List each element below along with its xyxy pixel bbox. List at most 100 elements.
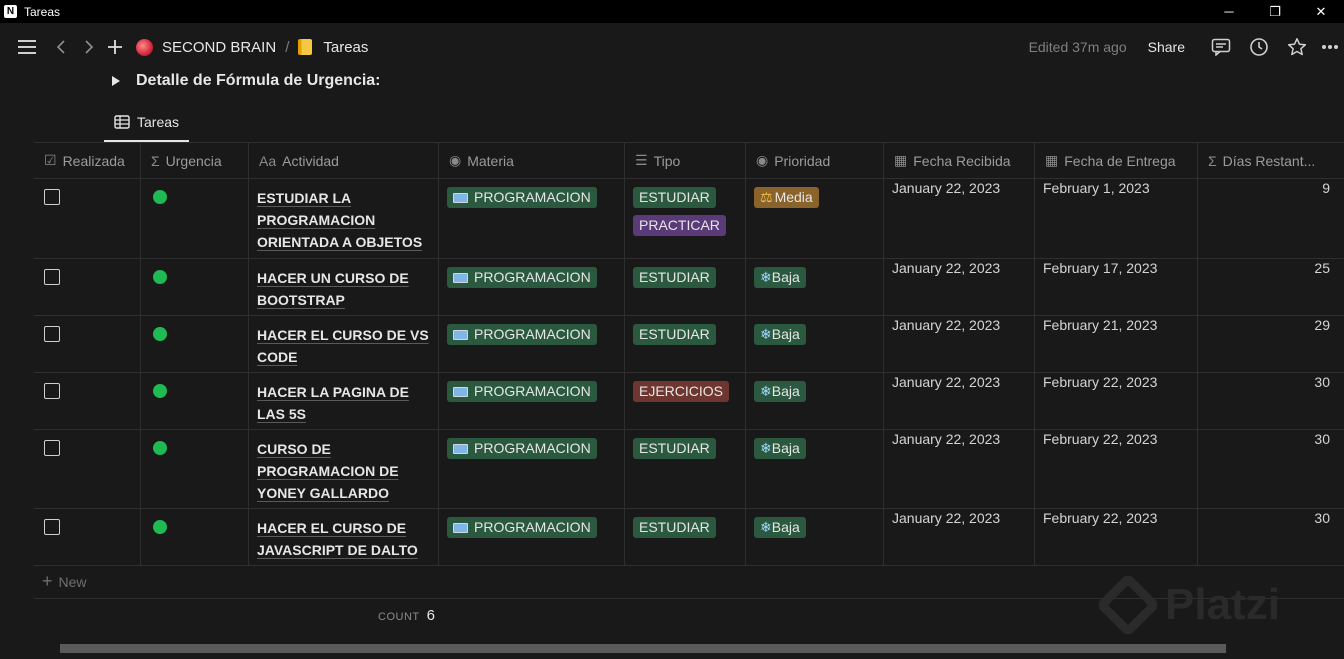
column-header-actividad[interactable]: Aa Actividad <box>249 143 439 178</box>
select-property-icon: ◉ <box>756 152 769 168</box>
prioridad-cell[interactable]: ❄Baja <box>746 373 884 429</box>
fecha-recibida-cell[interactable]: January 22, 2023 <box>884 316 1035 372</box>
tipo-cell[interactable]: ESTUDIAR <box>625 430 746 508</box>
tipo-cell[interactable]: ESTUDIAR <box>625 509 746 565</box>
prioridad-cell[interactable]: ❄Baja <box>746 316 884 372</box>
fecha-recibida-cell[interactable]: January 22, 2023 <box>884 179 1035 258</box>
more-options-icon[interactable] <box>1316 44 1344 50</box>
actividad-cell[interactable]: HACER EL CURSO DE JAVASCRIPT DE DALTO <box>249 509 439 565</box>
minimize-button[interactable]: ─ <box>1206 0 1252 23</box>
materia-cell[interactable]: PROGRAMACION <box>439 259 625 315</box>
actividad-cell[interactable]: HACER EL CURSO DE VS CODE <box>249 316 439 372</box>
column-label: Prioridad <box>774 152 831 169</box>
done-checkbox[interactable] <box>44 326 60 342</box>
fecha-recibida-cell[interactable]: January 22, 2023 <box>884 430 1035 508</box>
materia-cell[interactable]: PROGRAMACION <box>439 373 625 429</box>
column-label: Tipo <box>653 152 681 169</box>
breadcrumb-workspace[interactable]: SECOND BRAIN <box>162 39 276 56</box>
column-header-materia[interactable]: ◉ Materia <box>439 143 625 178</box>
watermark-text: Platzi <box>1165 580 1280 629</box>
materia-cell[interactable]: PROGRAMACION <box>439 509 625 565</box>
urgencia-cell <box>141 316 249 372</box>
tipo-cell[interactable]: ESTUDIAR <box>625 259 746 315</box>
toggle-triangle-icon[interactable] <box>112 76 120 86</box>
materia-tag-label: PROGRAMACION <box>474 326 591 342</box>
realizada-cell <box>34 373 141 429</box>
column-header-urgencia[interactable]: Σ Urgencia <box>141 143 249 178</box>
activity-title[interactable]: HACER UN CURSO DE BOOTSTRAP <box>257 267 430 311</box>
close-button[interactable]: ✕ <box>1298 0 1344 23</box>
table-row[interactable]: HACER EL CURSO DE VS CODE PROGRAMACION E… <box>34 316 1344 373</box>
tab-tareas-view[interactable]: Tareas <box>104 104 190 142</box>
activity-title[interactable]: CURSO DE PROGRAMACION DE YONEY GALLARDO <box>257 438 430 504</box>
tipo-cell[interactable]: EJERCICIOS <box>625 373 746 429</box>
column-header-fecha-recibida[interactable]: ▦ Fecha Recibida <box>884 143 1035 178</box>
platzi-logo-icon <box>1095 572 1161 638</box>
back-arrow-icon[interactable] <box>50 39 72 55</box>
forward-arrow-icon[interactable] <box>78 39 100 55</box>
activity-title[interactable]: ESTUDIAR LA PROGRAMACION ORIENTADA A OBJ… <box>257 187 430 253</box>
fecha-recibida-cell[interactable]: January 22, 2023 <box>884 509 1035 565</box>
favorite-star-icon[interactable] <box>1278 37 1316 57</box>
prioridad-cell[interactable]: ❄Baja <box>746 430 884 508</box>
table-row[interactable]: HACER UN CURSO DE BOOTSTRAP PROGRAMACION… <box>34 259 1344 316</box>
horizontal-scrollbar[interactable] <box>60 644 1226 653</box>
urgency-formula-toggle[interactable]: Detalle de Fórmula de Urgencia: <box>112 72 381 90</box>
tipo-cell[interactable]: ESTUDIAR PRACTICAR <box>625 179 746 258</box>
prioridad-cell[interactable]: ❄Baja <box>746 259 884 315</box>
view-tab-label: Tareas <box>137 114 180 130</box>
prioridad-tag: ⚖ Media <box>754 187 819 208</box>
column-header-fecha-entrega[interactable]: ▦ Fecha de Entrega <box>1035 143 1198 178</box>
fecha-recibida-cell[interactable]: January 22, 2023 <box>884 373 1035 429</box>
breadcrumb-separator: / <box>285 38 290 56</box>
done-checkbox[interactable] <box>44 383 60 399</box>
prioridad-cell[interactable]: ⚖ Media <box>746 179 884 258</box>
count-summary[interactable]: COUNT 6 <box>378 607 435 624</box>
breadcrumb-page[interactable]: Tareas <box>323 39 368 56</box>
dias-restantes-cell: 25 <box>1314 260 1330 276</box>
materia-cell[interactable]: PROGRAMACION <box>439 179 625 258</box>
activity-title[interactable]: HACER EL CURSO DE VS CODE <box>257 324 430 368</box>
new-page-plus-icon[interactable] <box>104 39 126 55</box>
activity-title[interactable]: HACER LA PAGINA DE LAS 5S <box>257 381 430 425</box>
tasks-table: ☑ Realizada Σ Urgencia Aa Actividad ◉ Materi… <box>34 142 1344 566</box>
actividad-cell[interactable]: ESTUDIAR LA PROGRAMACION ORIENTADA A OBJ… <box>249 179 439 258</box>
fecha-entrega-cell[interactable]: February 22, 2023 <box>1035 373 1198 429</box>
materia-cell[interactable]: PROGRAMACION <box>439 316 625 372</box>
fecha-entrega-cell[interactable]: February 17, 2023 <box>1035 259 1198 315</box>
column-header-prioridad[interactable]: ◉ Prioridad <box>746 143 884 178</box>
table-row[interactable]: ESTUDIAR LA PROGRAMACION ORIENTADA A OBJ… <box>34 179 1344 259</box>
actividad-cell[interactable]: CURSO DE PROGRAMACION DE YONEY GALLARDO <box>249 430 439 508</box>
table-row[interactable]: CURSO DE PROGRAMACION DE YONEY GALLARDO … <box>34 430 1344 509</box>
comments-icon[interactable] <box>1202 38 1240 56</box>
prioridad-label: Baja <box>771 383 800 399</box>
share-button[interactable]: Share <box>1148 39 1185 55</box>
materia-cell[interactable]: PROGRAMACION <box>439 430 625 508</box>
maximize-button[interactable]: ❐ <box>1252 0 1298 23</box>
actividad-cell[interactable]: HACER LA PAGINA DE LAS 5S <box>249 373 439 429</box>
done-checkbox[interactable] <box>44 519 60 535</box>
fecha-entrega-cell[interactable]: February 22, 2023 <box>1035 509 1198 565</box>
prioridad-cell[interactable]: ❄Baja <box>746 509 884 565</box>
table-row[interactable]: HACER LA PAGINA DE LAS 5S PROGRAMACION E… <box>34 373 1344 430</box>
fecha-recibida-cell[interactable]: January 22, 2023 <box>884 259 1035 315</box>
done-checkbox[interactable] <box>44 189 60 205</box>
table-row[interactable]: HACER EL CURSO DE JAVASCRIPT DE DALTO PR… <box>34 509 1344 566</box>
tipo-cell[interactable]: ESTUDIAR <box>625 316 746 372</box>
fecha-entrega-cell[interactable]: February 1, 2023 <box>1035 179 1198 258</box>
fecha-entrega-cell[interactable]: February 22, 2023 <box>1035 430 1198 508</box>
realizada-cell <box>34 316 141 372</box>
tipo-tag: PRACTICAR <box>633 215 726 236</box>
snowflake-emoji-icon: ❄ <box>760 440 772 456</box>
done-checkbox[interactable] <box>44 269 60 285</box>
column-header-dias-restantes[interactable]: Σ Días Restant... <box>1198 143 1344 178</box>
fecha-entrega-cell[interactable]: February 21, 2023 <box>1035 316 1198 372</box>
column-header-realizada[interactable]: ☑ Realizada <box>34 143 141 178</box>
column-header-tipo[interactable]: ☰ Tipo <box>625 143 746 178</box>
history-clock-icon[interactable] <box>1240 37 1278 57</box>
sidebar-menu-icon[interactable] <box>14 39 40 55</box>
activity-title[interactable]: HACER EL CURSO DE JAVASCRIPT DE DALTO <box>257 517 430 561</box>
done-checkbox[interactable] <box>44 440 60 456</box>
actividad-cell[interactable]: HACER UN CURSO DE BOOTSTRAP <box>249 259 439 315</box>
scale-emoji-icon: ⚖ <box>760 189 773 205</box>
